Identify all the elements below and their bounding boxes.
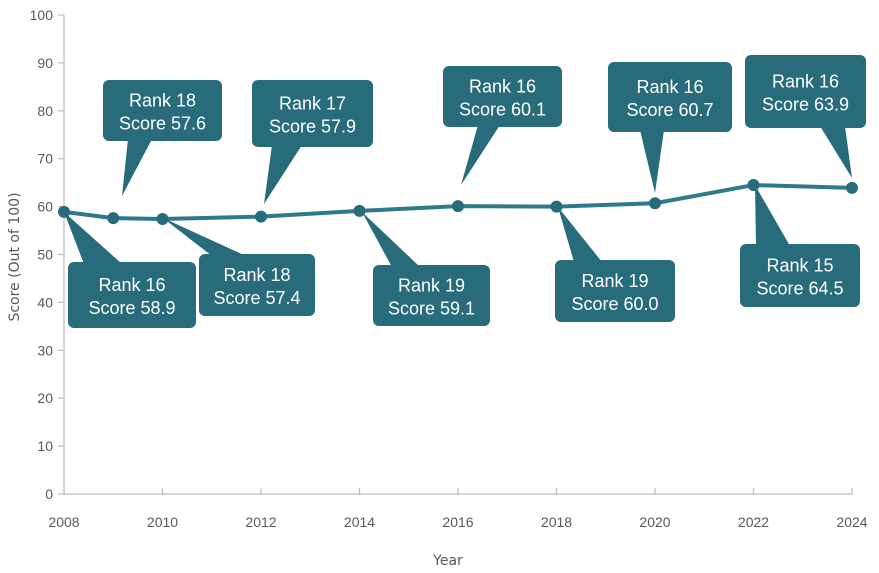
y-tick-label: 60 [37,199,53,215]
callout-2012: Rank 17 Score 57.9 [252,80,373,204]
y-tick-label: 100 [30,7,54,23]
callout-2014: Rank 19 Score 59.1 [362,212,490,326]
y-tick-label: 0 [45,486,53,502]
callout-score: Score 59.1 [388,299,475,319]
callout-pointer [122,139,152,196]
x-tick-label: 2024 [836,514,867,530]
x-axis: 2008 2010 2012 2014 2016 2018 2020 2022 2024 [48,488,868,530]
data-point-2009 [107,212,120,225]
callout-pointer [640,130,664,193]
callout-rank: Rank 17 [279,94,346,114]
x-tick-label: 2022 [738,514,769,530]
x-tick-label: 2016 [442,514,473,530]
data-point-2024 [846,181,858,194]
callout-rank: Rank 18 [223,265,290,285]
callout-2022: Rank 15 Score 64.5 [740,185,860,307]
callout-rank: Rank 19 [581,271,648,291]
callout-2016: Rank 16 Score 60.1 [443,66,562,185]
y-tick-label: 30 [37,342,53,358]
line-chart: 0102030405060708090100 2008 2010 2012 2014 2… [7,7,868,569]
data-point-2008 [58,205,70,218]
callout-score: Score 57.6 [119,114,206,134]
data-point-2010 [156,213,169,226]
callout-rank: Rank 16 [469,77,536,97]
callout-pointer [755,185,790,246]
x-tick-label: 2018 [541,514,572,530]
callout-box [68,262,196,328]
data-point-2014 [353,204,366,217]
callout-pointer [558,207,602,262]
y-tick-label: 40 [37,294,53,310]
callout-box [745,55,866,128]
callout-score: Score 60.1 [459,100,546,120]
y-tick-label: 20 [37,390,53,406]
callout-rank: Rank 19 [398,276,465,296]
x-tick-label: 2012 [245,514,276,530]
y-tick-label: 50 [37,247,53,263]
y-tick-label: 90 [37,55,53,71]
callout-score: Score 58.9 [88,298,175,318]
series-score [58,179,858,226]
callout-box [608,62,732,132]
callout-2008: Rank 16 Score 58.9 [64,212,196,328]
x-axis-title: Year [432,553,463,569]
callout-score: Score 57.4 [213,288,300,308]
callout-score: Score 60.7 [626,100,713,120]
callout-score: Score 57.9 [269,117,356,137]
x-tick-label: 2020 [639,514,670,530]
callout-pointer [264,145,302,204]
callout-2009: Rank 18 Score 57.6 [103,80,222,196]
callout-box [252,80,373,147]
callout-score: Score 64.5 [756,279,843,299]
data-point-2018 [550,200,563,213]
callout-rank: Rank 16 [98,275,165,295]
x-tick-label: 2010 [147,514,178,530]
callouts: Rank 16Score 58.9Rank 18Score 57.6Rank 1… [64,55,866,328]
x-tick-label: 2008 [48,514,79,530]
callout-2018: Rank 19 Score 60.0 [555,207,675,322]
y-tick-label: 10 [37,438,53,454]
data-point-2016 [452,200,464,213]
data-point-2022 [747,179,760,192]
callout-2024: Rank 16 Score 63.9 [745,55,866,178]
y-tick-label: 80 [37,103,53,119]
callout-rank: Rank 16 [772,72,839,92]
callout-pointer [362,212,420,267]
callout-pointer [461,125,500,185]
callout-score: Score 60.0 [571,294,658,314]
x-tick-label: 2014 [344,514,375,530]
data-point-2020 [649,197,661,210]
callout-rank: Rank 15 [766,256,833,276]
callout-rank: Rank 18 [129,91,196,111]
callout-rank: Rank 16 [636,77,703,97]
callout-pointer [820,126,852,178]
callout-score: Score 63.9 [762,95,849,115]
y-tick-label: 70 [37,151,53,167]
y-axis-title: Score (Out of 100) [7,192,23,321]
data-point-2012 [255,210,267,223]
callout-2020: Rank 16 Score 60.7 [608,62,732,193]
callout-pointer [163,218,246,256]
y-axis: 0 10 20 30 40 50 60 70 80 90 100 [30,7,65,502]
